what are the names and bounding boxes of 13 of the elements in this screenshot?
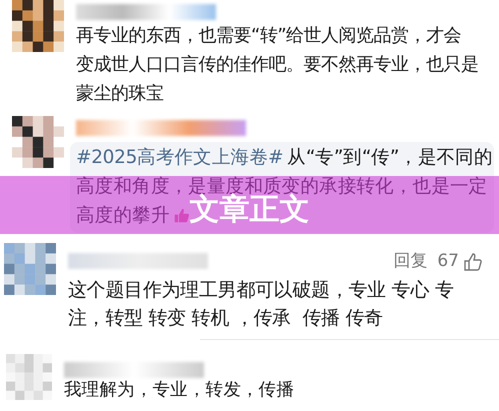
thumbs-up-icon [172, 207, 190, 224]
comment-text: 这个题目作为理工男都可以破题，专业 专心 专 [68, 278, 454, 303]
comment-text: 高度的攀升 [76, 204, 170, 228]
comment-text: 变成世人口口言传的佳作吧。要不然再专业，也只是 [76, 53, 478, 77]
comment-text: 从“专”到“传”，是不同的 [287, 146, 493, 170]
comment-text: 我理解为，专业，转发，传播 [64, 379, 294, 402]
comment-text: 再专业的东西，也需要“转”给世人阅览品赏，才会 [76, 24, 462, 48]
like-count: 67 [437, 250, 459, 273]
reply-link[interactable]: 回复 [393, 249, 428, 274]
like-icon[interactable] [463, 252, 483, 272]
hashtag-link[interactable]: #2025高考作文上海卷# [76, 143, 284, 172]
comment-text: 蒙尘的珠宝 [76, 82, 164, 106]
comment-text: 注，转型 转变 转机 ，传承 传播 传奇 [68, 306, 383, 331]
